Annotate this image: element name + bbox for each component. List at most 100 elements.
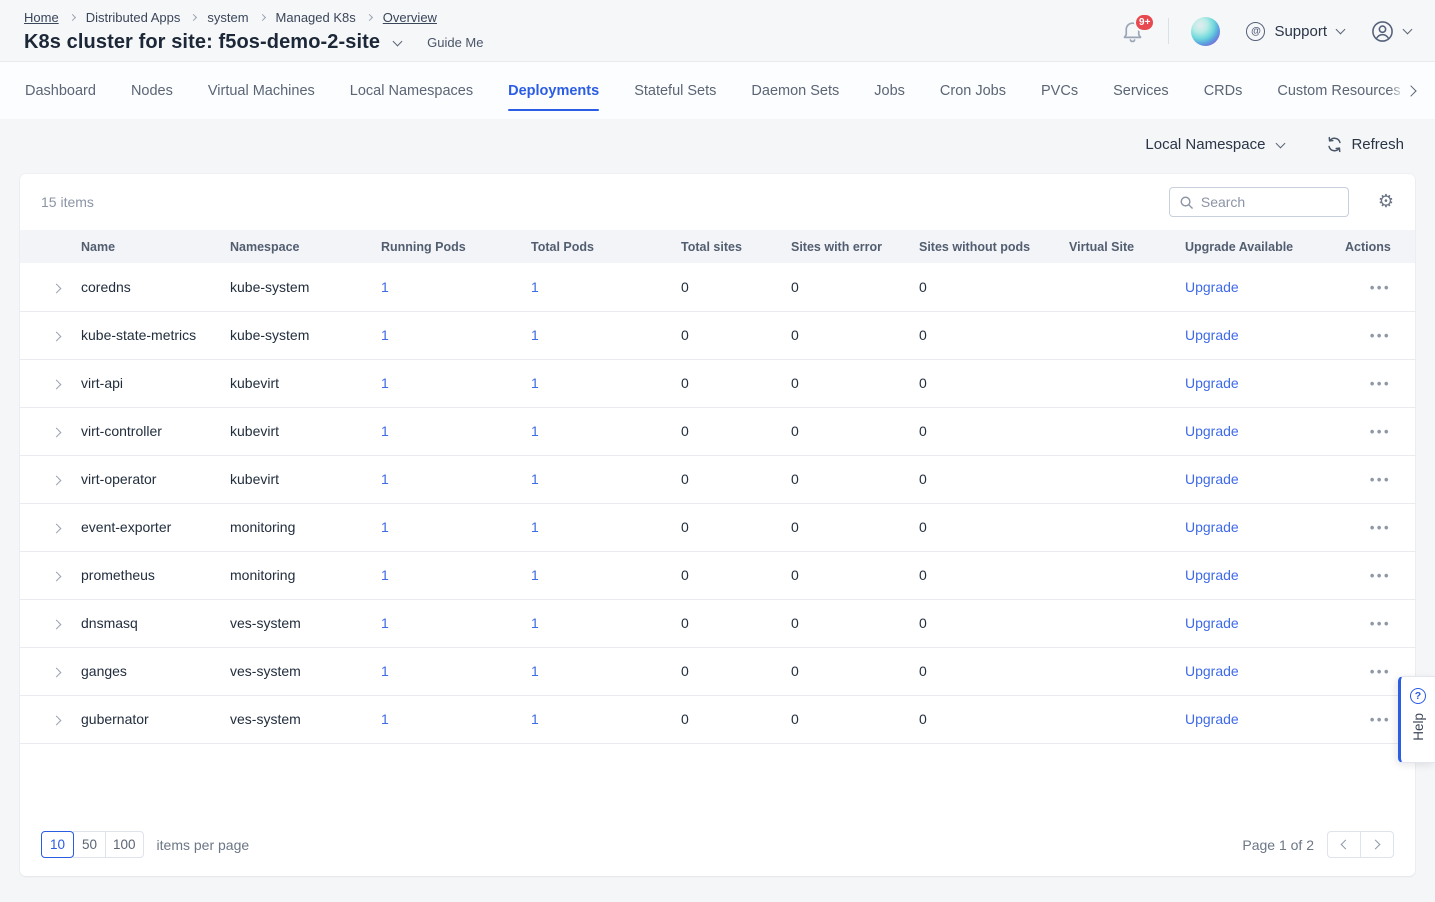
cell-name: event-exporter (81, 503, 230, 551)
cell-running-pods-link[interactable]: 1 (381, 519, 389, 535)
row-expand-chevron-icon[interactable] (52, 476, 62, 486)
support-menu[interactable]: @ Support (1246, 22, 1344, 41)
row-expand-chevron-icon[interactable] (52, 380, 62, 390)
notifications-button[interactable]: 9+ (1120, 18, 1146, 44)
row-actions-more-icon[interactable]: ••• (1370, 616, 1391, 631)
toolbar: Local Namespace Refresh (0, 119, 1435, 153)
page-size-option[interactable]: 50 (73, 831, 106, 858)
cell-running-pods-link[interactable]: 1 (381, 471, 389, 487)
previous-page-button[interactable] (1327, 831, 1361, 858)
search-box[interactable] (1169, 187, 1349, 217)
tab-deployments[interactable]: Deployments (508, 62, 599, 119)
cell-total-pods-link[interactable]: 1 (531, 327, 539, 343)
breadcrumb-item[interactable]: Distributed Apps (86, 10, 181, 25)
row-expand-chevron-icon[interactable] (52, 572, 62, 582)
cell-total-sites: 0 (681, 311, 791, 359)
cell-running-pods-link[interactable]: 1 (381, 279, 389, 295)
upgrade-link[interactable]: Upgrade (1185, 663, 1239, 679)
row-actions-more-icon[interactable]: ••• (1370, 424, 1391, 439)
upgrade-link[interactable]: Upgrade (1185, 471, 1239, 487)
cell-total-pods-link[interactable]: 1 (531, 663, 539, 679)
row-expand-chevron-icon[interactable] (52, 716, 62, 726)
cell-running-pods-link[interactable]: 1 (381, 567, 389, 583)
cell-total-pods-link[interactable]: 1 (531, 615, 539, 631)
row-expand-chevron-icon[interactable] (52, 283, 62, 293)
tab-local-namespaces[interactable]: Local Namespaces (350, 62, 473, 119)
title-chevron-down-icon[interactable] (393, 36, 403, 46)
tab-pvcs[interactable]: PVCs (1041, 62, 1078, 119)
upgrade-link[interactable]: Upgrade (1185, 375, 1239, 391)
row-actions-more-icon[interactable]: ••• (1370, 280, 1391, 295)
cell-namespace: ves-system (230, 647, 381, 695)
tab-cron-jobs[interactable]: Cron Jobs (940, 62, 1006, 119)
upgrade-link[interactable]: Upgrade (1185, 711, 1239, 727)
tab-services[interactable]: Services (1113, 62, 1169, 119)
namespace-selector[interactable]: Local Namespace (1145, 136, 1284, 153)
row-actions-more-icon[interactable]: ••• (1370, 664, 1391, 679)
cell-total-pods-link[interactable]: 1 (531, 279, 539, 295)
cell-virtual-site (1069, 359, 1185, 407)
tabs-scroll-right-button[interactable] (1389, 62, 1435, 119)
breadcrumb-item[interactable]: Overview (383, 10, 437, 25)
column-sites-without-pods: Sites without pods (919, 230, 1069, 263)
row-expand-chevron-icon[interactable] (52, 332, 62, 342)
upgrade-link[interactable]: Upgrade (1185, 519, 1239, 535)
column-upgrade-available: Upgrade Available (1185, 230, 1345, 263)
cell-namespace: ves-system (230, 599, 381, 647)
cell-running-pods-link[interactable]: 1 (381, 327, 389, 343)
guide-me-link[interactable]: Guide Me (427, 35, 483, 50)
cell-total-pods-link[interactable]: 1 (531, 471, 539, 487)
page-size-option[interactable]: 100 (105, 831, 144, 858)
row-expand-chevron-icon[interactable] (52, 668, 62, 678)
row-actions-more-icon[interactable]: ••• (1370, 712, 1391, 727)
cell-sites-without-pods: 0 (919, 263, 1069, 311)
refresh-button[interactable]: Refresh (1326, 136, 1404, 153)
row-actions-more-icon[interactable]: ••• (1370, 520, 1391, 535)
cell-name: dnsmasq (81, 599, 230, 647)
help-side-tab[interactable]: ? Help (1398, 676, 1435, 763)
tab-virtual-machines[interactable]: Virtual Machines (208, 62, 315, 119)
next-page-button[interactable] (1360, 831, 1394, 858)
table-settings-gear-icon[interactable]: ⚙ (1378, 193, 1394, 211)
upgrade-link[interactable]: Upgrade (1185, 279, 1239, 295)
upgrade-link[interactable]: Upgrade (1185, 423, 1239, 439)
cell-running-pods-link[interactable]: 1 (381, 663, 389, 679)
breadcrumb-item[interactable]: Managed K8s (276, 10, 356, 25)
cell-total-pods-link[interactable]: 1 (531, 567, 539, 583)
cell-total-pods-link[interactable]: 1 (531, 423, 539, 439)
tab-jobs[interactable]: Jobs (874, 62, 905, 119)
row-expand-chevron-icon[interactable] (52, 620, 62, 630)
cell-running-pods-link[interactable]: 1 (381, 375, 389, 391)
tab-dashboard[interactable]: Dashboard (25, 62, 96, 119)
support-icon: @ (1246, 22, 1265, 41)
cell-total-pods-link[interactable]: 1 (531, 519, 539, 535)
row-expand-chevron-icon[interactable] (52, 428, 62, 438)
cell-running-pods-link[interactable]: 1 (381, 711, 389, 727)
tab-stateful-sets[interactable]: Stateful Sets (634, 62, 716, 119)
search-input[interactable] (1201, 194, 1339, 210)
user-menu[interactable] (1370, 19, 1411, 44)
cell-total-pods-link[interactable]: 1 (531, 711, 539, 727)
brand-logo[interactable] (1191, 17, 1220, 46)
cell-sites-with-error: 0 (791, 599, 919, 647)
tab-nodes[interactable]: Nodes (131, 62, 173, 119)
row-actions-more-icon[interactable]: ••• (1370, 472, 1391, 487)
tab-crds[interactable]: CRDs (1204, 62, 1243, 119)
row-actions-more-icon[interactable]: ••• (1370, 376, 1391, 391)
upgrade-link[interactable]: Upgrade (1185, 327, 1239, 343)
tab-daemon-sets[interactable]: Daemon Sets (751, 62, 839, 119)
refresh-icon (1326, 136, 1343, 153)
row-actions-more-icon[interactable]: ••• (1370, 568, 1391, 583)
page-size-option[interactable]: 10 (41, 831, 74, 858)
row-expand-chevron-icon[interactable] (52, 524, 62, 534)
breadcrumb-item[interactable]: system (207, 10, 248, 25)
upgrade-link[interactable]: Upgrade (1185, 615, 1239, 631)
cell-name: kube-state-metrics (81, 311, 230, 359)
breadcrumb-item[interactable]: Home (24, 10, 59, 25)
upgrade-link[interactable]: Upgrade (1185, 567, 1239, 583)
cell-running-pods-link[interactable]: 1 (381, 423, 389, 439)
row-actions-more-icon[interactable]: ••• (1370, 328, 1391, 343)
cell-total-pods-link[interactable]: 1 (531, 375, 539, 391)
cell-running-pods-link[interactable]: 1 (381, 615, 389, 631)
tab-custom-resources[interactable]: Custom Resources (1277, 62, 1400, 119)
